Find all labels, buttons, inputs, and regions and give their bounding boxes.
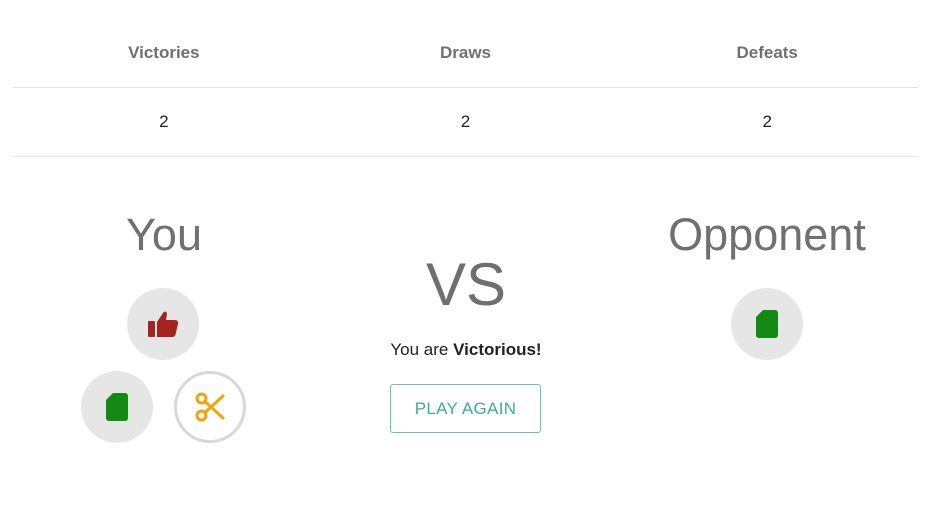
scissors-icon	[195, 392, 225, 422]
paper-choice-button[interactable]	[81, 371, 153, 443]
result-outcome: Victorious!	[453, 340, 542, 359]
defeats-count: 2	[762, 112, 772, 131]
defeats-header: Defeats	[736, 42, 798, 62]
scoreboard-header-row: Victories Draws Defeats	[13, 18, 918, 88]
result-message: You are Victorious!	[316, 340, 616, 360]
paper-icon	[756, 310, 778, 338]
opponent-choice	[731, 288, 803, 360]
game-page: Victories Draws Defeats 2 2 2 You Oppone…	[0, 0, 933, 511]
you-title: You	[126, 209, 202, 260]
result-prefix: You are	[390, 340, 454, 359]
scissors-choice-button[interactable]	[174, 371, 246, 443]
paper-icon	[106, 393, 128, 421]
play-again-button[interactable]: PLAY AGAIN	[390, 384, 541, 433]
thumbs-up-choice-button[interactable]	[127, 288, 199, 360]
scoreboard-values-row: 2 2 2	[13, 88, 918, 157]
draws-header: Draws	[439, 42, 492, 62]
draws-count: 2	[460, 112, 471, 131]
thumbs-up-icon	[147, 310, 179, 338]
scoreboard: Victories Draws Defeats 2 2 2	[13, 18, 918, 157]
opponent-title: Opponent	[668, 209, 866, 260]
versus-label: VS	[425, 251, 507, 318]
victories-header: Victories	[128, 42, 200, 62]
victories-count: 2	[159, 112, 169, 131]
